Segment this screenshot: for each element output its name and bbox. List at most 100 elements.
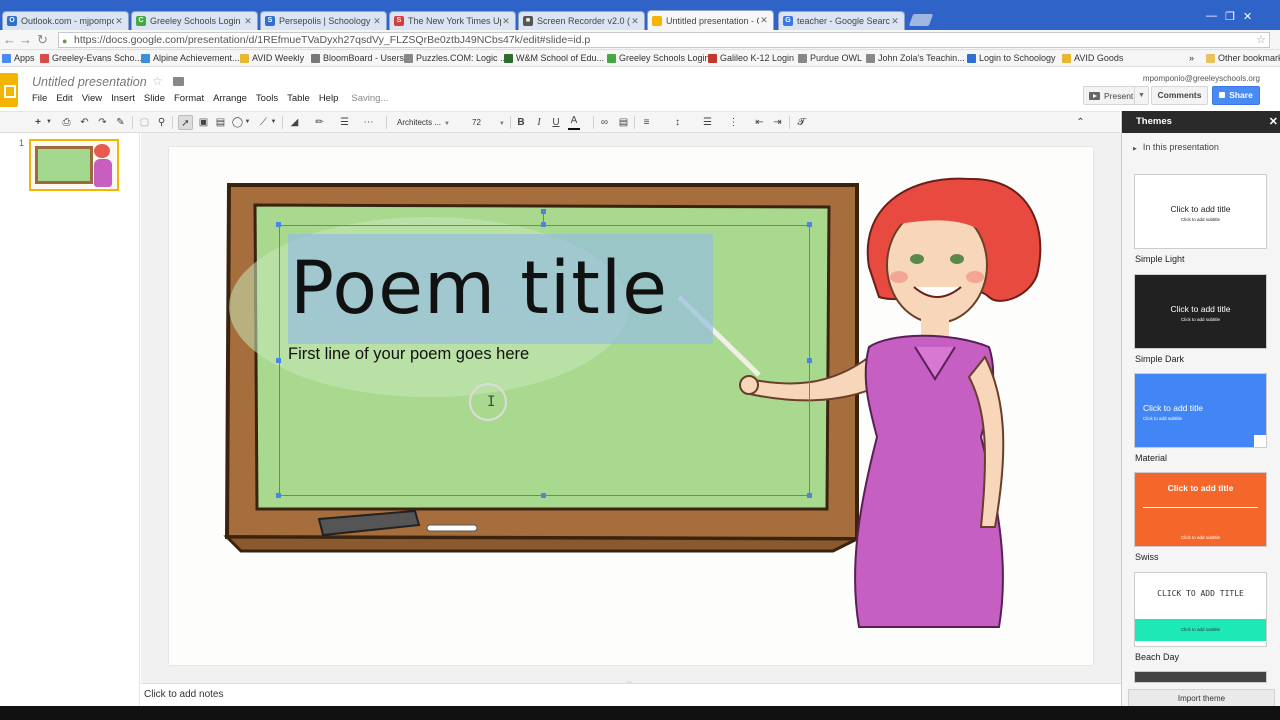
- bulleted-list-icon[interactable]: ⋮: [727, 115, 740, 130]
- line-dropdown-icon[interactable]: ▼: [270, 115, 277, 130]
- tab-close-icon[interactable]: ✕: [630, 16, 640, 27]
- back-icon[interactable]: ←: [3, 32, 16, 48]
- move-folder-icon[interactable]: [173, 77, 184, 86]
- font-size-select[interactable]: 72 ▼: [466, 115, 506, 130]
- present-button[interactable]: Present ▼: [1083, 86, 1149, 105]
- bookmark-item[interactable]: Greeley-Evans Scho...: [40, 53, 142, 63]
- reload-icon[interactable]: ↻: [37, 32, 48, 48]
- tab-close-icon[interactable]: ✕: [372, 16, 382, 27]
- browser-tab[interactable]: S Persepolis | Schoology ✕: [260, 11, 387, 30]
- minimize-icon[interactable]: —: [1206, 10, 1217, 22]
- resize-handle-left[interactable]: [276, 358, 281, 363]
- present-dropdown-icon[interactable]: ▼: [1134, 87, 1148, 104]
- bookmark-item[interactable]: Login to Schoology: [967, 53, 1056, 63]
- bookmark-star-icon[interactable]: ☆: [1256, 33, 1266, 47]
- border-color-icon[interactable]: ✏: [313, 115, 326, 130]
- menu-edit[interactable]: Edit: [56, 93, 72, 104]
- text-color-button[interactable]: A: [568, 115, 580, 130]
- star-icon[interactable]: ☆: [152, 74, 163, 88]
- text-box-selection[interactable]: [279, 225, 810, 496]
- line-spacing-icon[interactable]: ↕: [671, 115, 684, 130]
- comment-icon[interactable]: ▤: [617, 115, 630, 130]
- slides-logo-icon[interactable]: [0, 73, 18, 107]
- shape-icon[interactable]: ◯: [231, 115, 244, 130]
- menu-format[interactable]: Format: [174, 93, 204, 104]
- text-box-icon[interactable]: ▣: [197, 115, 210, 130]
- fill-color-icon[interactable]: ◢: [288, 115, 301, 130]
- url-field[interactable]: ● https://docs.google.com/presentation/d…: [58, 32, 1270, 48]
- border-weight-icon[interactable]: ☰: [338, 115, 351, 130]
- slide-thumbnail[interactable]: [29, 139, 119, 191]
- line-icon[interactable]: ⟋: [257, 115, 270, 130]
- menu-slide[interactable]: Slide: [144, 93, 165, 104]
- themes-section-toggle[interactable]: ▶ In this presentation: [1133, 142, 1219, 152]
- close-window-icon[interactable]: ✕: [1243, 10, 1252, 23]
- bookmark-item[interactable]: BloomBoard - Users: [311, 53, 404, 63]
- resize-handle-top[interactable]: [541, 222, 546, 227]
- speaker-notes[interactable]: ⋯ Click to add notes: [141, 680, 1121, 706]
- tab-close-icon[interactable]: ✕: [501, 16, 511, 27]
- image-icon[interactable]: ▤: [214, 115, 227, 130]
- close-icon[interactable]: ✕: [1269, 111, 1278, 133]
- collapse-toolbar-icon[interactable]: ⌃: [1074, 115, 1087, 130]
- browser-tab[interactable]: O Outlook.com - mjpompon ✕: [2, 11, 129, 30]
- bookmark-item[interactable]: AVID Weekly: [240, 53, 304, 63]
- menu-arrange[interactable]: Arrange: [213, 93, 247, 104]
- document-title[interactable]: Untitled presentation: [32, 75, 147, 89]
- new-slide-dropdown-icon[interactable]: ▼: [45, 115, 53, 130]
- resize-grip-icon[interactable]: ⋯: [626, 679, 632, 686]
- zoom-fit-icon[interactable]: ▢: [138, 115, 151, 130]
- undo-icon[interactable]: ↶: [78, 115, 91, 130]
- share-button[interactable]: Share: [1212, 86, 1260, 105]
- theme-card[interactable]: Click to add title Click to add subtitle: [1134, 472, 1267, 547]
- menu-table[interactable]: Table: [287, 93, 310, 104]
- slide-canvas[interactable]: Poem title First line of your poem goes …: [169, 147, 1093, 665]
- bookmark-item[interactable]: John Zola's Teachin...: [866, 53, 965, 63]
- print-icon[interactable]: ⎙: [60, 115, 73, 130]
- resize-handle-bottom-left[interactable]: [276, 493, 281, 498]
- increase-indent-icon[interactable]: ⇥: [771, 115, 784, 130]
- tab-close-icon[interactable]: ✕: [890, 16, 900, 27]
- select-icon[interactable]: ➚: [178, 115, 193, 130]
- bookmark-item[interactable]: Alpine Achievement...: [141, 53, 240, 63]
- browser-tab[interactable]: C Greeley Schools Login ✕: [131, 11, 258, 30]
- resize-handle-bottom[interactable]: [541, 493, 546, 498]
- underline-button[interactable]: U: [550, 115, 562, 130]
- numbered-list-icon[interactable]: ☰: [701, 115, 714, 130]
- menu-view[interactable]: View: [82, 93, 102, 104]
- paint-format-icon[interactable]: ✎: [114, 115, 127, 130]
- theme-card-partial[interactable]: [1134, 671, 1267, 683]
- bookmark-item[interactable]: Purdue OWL: [798, 53, 862, 63]
- comments-button[interactable]: Comments: [1151, 86, 1208, 105]
- browser-tab[interactable]: Gteacher - Google Search ✕: [778, 11, 905, 30]
- tab-close-icon[interactable]: ✕: [759, 15, 769, 26]
- forward-icon[interactable]: →: [19, 32, 32, 48]
- menu-tools[interactable]: Tools: [256, 93, 278, 104]
- border-dash-icon[interactable]: ⋯: [362, 115, 375, 130]
- bold-button[interactable]: B: [515, 115, 527, 130]
- theme-card[interactable]: Click to add title Click to add subtitle: [1134, 274, 1267, 349]
- bookmark-item[interactable]: Galileo K-12 Login: [708, 53, 794, 63]
- zoom-icon[interactable]: ⚲: [155, 115, 168, 130]
- browser-tab[interactable]: ■ Screen Recorder v2.0 (bet✕: [518, 11, 645, 30]
- new-slide-icon[interactable]: +: [32, 115, 44, 130]
- italic-button[interactable]: I: [533, 115, 545, 130]
- browser-tab[interactable]: Untitled presentation - Go ✕: [647, 10, 774, 30]
- redo-icon[interactable]: ↷: [96, 115, 109, 130]
- bookmark-item[interactable]: Greeley Schools Login: [607, 53, 710, 63]
- resize-handle-top-left[interactable]: [276, 222, 281, 227]
- theme-card[interactable]: CLICK TO ADD TITLE Click to add subtitle: [1134, 572, 1267, 647]
- bookmark-item[interactable]: Puzzles.COM: Logic ...: [404, 53, 508, 63]
- shape-dropdown-icon[interactable]: ▼: [244, 115, 251, 130]
- menu-insert[interactable]: Insert: [111, 93, 135, 104]
- rotate-handle[interactable]: [541, 209, 546, 214]
- decrease-indent-icon[interactable]: ⇤: [753, 115, 766, 130]
- restore-icon[interactable]: ❐: [1225, 10, 1235, 23]
- theme-card[interactable]: Click to add title Click to add subtitle: [1134, 174, 1267, 249]
- bookmarks-overflow-icon[interactable]: »: [1189, 53, 1194, 63]
- link-icon[interactable]: ∞: [598, 115, 611, 130]
- resize-handle-top-right[interactable]: [807, 222, 812, 227]
- browser-tab[interactable]: S The New York Times Upfr ✕: [389, 11, 516, 30]
- user-email[interactable]: mpomponio@greeleyschools.org: [1143, 74, 1260, 83]
- resize-handle-right[interactable]: [807, 358, 812, 363]
